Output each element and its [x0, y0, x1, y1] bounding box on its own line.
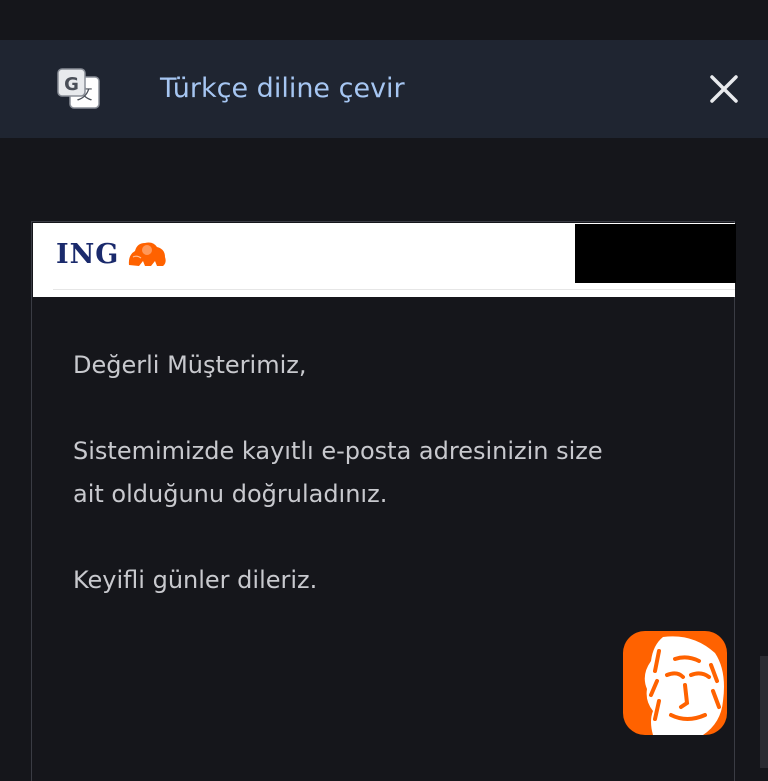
status-strip: [0, 0, 768, 40]
redacted-area: [575, 224, 736, 283]
lion-face-icon: [644, 636, 724, 735]
message-line-2: ait olduğunu doğruladınız.: [73, 480, 388, 508]
scrollbar[interactable]: [760, 656, 768, 768]
close-icon[interactable]: [700, 65, 748, 113]
translate-to-turkish-link[interactable]: Türkçe diline çevir: [160, 71, 405, 107]
lion-icon: [128, 242, 166, 266]
google-translate-icon[interactable]: 文 G: [56, 67, 102, 111]
header-divider: [53, 289, 735, 290]
closing-text: Keyifli günler dileriz.: [73, 566, 318, 594]
email-header: ING: [33, 223, 736, 297]
message-line-1: Sistemimizde kayıtlı e-posta adresinizin…: [73, 437, 603, 465]
greeting-text: Değerli Müşterimiz,: [73, 351, 307, 379]
ing-app-icon[interactable]: [623, 631, 727, 735]
ing-logo-text: ING: [56, 239, 120, 270]
svg-text:G: G: [64, 74, 79, 95]
